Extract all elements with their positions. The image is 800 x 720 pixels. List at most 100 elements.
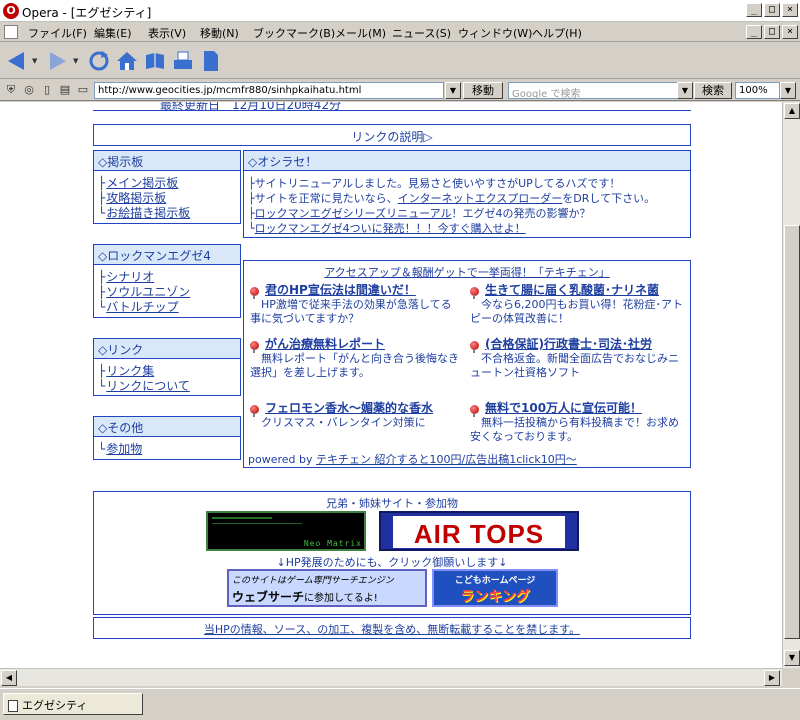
page-icon[interactable]	[200, 49, 222, 73]
menu-file[interactable]: ファイル(F)	[28, 25, 87, 41]
doc-minimize-button[interactable]: _	[746, 25, 762, 39]
ad-item: 生きて腸に届く乳酸菌･ナリネ菌 今なら6,200円もお買い得！花粉症･アトピーの…	[470, 281, 684, 326]
close-button[interactable]: ×	[782, 3, 798, 17]
maximize-button[interactable]: □	[764, 3, 780, 17]
bbs-link-2[interactable]: └お絵描き掲示板	[98, 204, 236, 220]
click-request: ↓HP発展のためにも、クリック御願いします↓	[276, 556, 508, 569]
link-description[interactable]: リンクの説明▷	[351, 130, 432, 144]
other-link-0[interactable]: └参加物	[98, 440, 236, 456]
menu-navigation[interactable]: 移動(N)	[200, 25, 239, 41]
menu-mail[interactable]: メール(M)	[335, 25, 386, 41]
web-search-banner[interactable]: このサイトはゲーム専門サーチエンジン ウェブサーチに参加してるよ!	[227, 569, 427, 607]
search-button[interactable]: 検索	[694, 82, 732, 99]
scroll-left-icon[interactable]: ◀	[1, 670, 17, 686]
tree-branch: ├	[98, 285, 106, 299]
ad-title-row[interactable]: 生きて腸に届く乳酸菌･ナリネ菌	[470, 281, 684, 299]
search-engine-dropdown-icon[interactable]: ▼	[677, 82, 693, 99]
link-link-0[interactable]: ├リンク集	[98, 362, 236, 378]
doc-restore-button[interactable]: □	[764, 25, 780, 39]
menu-edit[interactable]: 編集(E)	[94, 25, 132, 41]
page-info-icon[interactable]: ▭	[75, 83, 91, 98]
ad-title[interactable]: フェロモン香水～媚薬的な香水	[265, 401, 433, 415]
reload-icon[interactable]	[88, 49, 110, 73]
print-preview-icon[interactable]: ▤	[57, 83, 73, 98]
rockman-link-label[interactable]: ソウルユニゾン	[106, 285, 190, 299]
ad-title-row[interactable]: がん治療無料レポート	[250, 335, 460, 353]
bbs-link-label[interactable]: メイン掲示板	[106, 176, 178, 190]
menu-news[interactable]: ニュース(S)	[392, 25, 451, 41]
address-bar: ⛨ ◎ ▯ ▤ ▭ http://www.geocities.jp/mcmfr8…	[0, 80, 800, 101]
link-description-box[interactable]: リンクの説明▷	[93, 124, 691, 146]
forward-icon[interactable]	[46, 49, 68, 73]
cookie-icon[interactable]: ◎	[21, 83, 37, 98]
notice-text: サイトを正常に見たいなら、	[254, 192, 398, 205]
menu-view[interactable]: 表示(V)	[148, 25, 186, 41]
notice-item: ├サイトを正常に見たいなら、インターネットエクスプローダーをDRして下さい。	[248, 190, 686, 205]
ad-title[interactable]: がん治療無料レポート	[265, 337, 385, 351]
link-link-label[interactable]: リンク集	[106, 364, 154, 378]
ad-footer-link[interactable]: テキチェン 紹介すると100円/広告出稿1click10円～	[316, 453, 577, 466]
kids-ranking-banner[interactable]: こどもホームページ ランキング	[432, 569, 558, 607]
air-tops-banner[interactable]: AIR TOPS	[379, 511, 579, 551]
bbs-link-1[interactable]: ├攻略掲示板	[98, 189, 236, 205]
ad-title[interactable]: (合格保証)行政書士･司法･社労	[485, 337, 652, 351]
notice-link[interactable]: ロックマンエグゼ4ついに発売！！！今すぐ購入せよ！	[255, 222, 526, 235]
address-input[interactable]: http://www.geocities.jp/mcmfr880/sinhpka…	[94, 82, 444, 99]
zoom-field[interactable]: 100%	[735, 82, 780, 99]
new-page-icon[interactable]: ▯	[39, 83, 55, 98]
bookmarks-icon[interactable]	[144, 49, 166, 73]
scroll-thumb[interactable]	[784, 225, 800, 639]
scroll-right-icon[interactable]: ▶	[764, 670, 780, 686]
link-header: ◇リンク	[94, 339, 240, 359]
page-icon[interactable]	[4, 25, 18, 39]
notice-text: ！エグゼ4の発売の影響か？	[451, 207, 591, 220]
notice-link[interactable]: インターネットエクスプローダー	[398, 192, 563, 205]
back-icon[interactable]	[6, 49, 28, 73]
zoom-dropdown-icon[interactable]: ▼	[780, 82, 796, 99]
print-icon[interactable]	[172, 49, 194, 73]
home-icon[interactable]	[116, 49, 138, 73]
address-dropdown-icon[interactable]: ▼	[445, 82, 461, 99]
menu-window[interactable]: ウィンドウ(W)	[458, 25, 532, 41]
menu-bookmarks[interactable]: ブックマーク(B)	[253, 25, 335, 41]
tree-branch: ├	[248, 177, 255, 190]
rockman-link-1[interactable]: ├ソウルユニゾン	[98, 283, 236, 299]
back-dropdown-icon[interactable]: ▼	[32, 57, 37, 65]
link-link-1[interactable]: └リンクについて	[98, 377, 236, 393]
link-box: ◇リンク ├リンク集 └リンクについて	[93, 338, 241, 396]
notice-link[interactable]: ロックマンエグゼシリーズリニューアル	[255, 207, 452, 220]
search-input[interactable]: Google で検索	[508, 82, 680, 100]
rockman-link-0[interactable]: ├シナリオ	[98, 268, 236, 284]
rockman-link-2[interactable]: └バトルチップ	[98, 298, 236, 314]
ad-title[interactable]: 生きて腸に届く乳酸菌･ナリネ菌	[485, 283, 659, 297]
vertical-scrollbar[interactable]: ▲ ▼	[782, 102, 800, 668]
ad-title[interactable]: 無料で100万人に宣伝可能！	[485, 401, 642, 415]
scroll-up-icon[interactable]: ▲	[784, 103, 800, 119]
ad-title-row[interactable]: フェロモン香水～媚薬的な香水	[250, 399, 460, 417]
link-link-label[interactable]: リンクについて	[106, 379, 190, 393]
horizontal-scrollbar[interactable]: ◀ ▶	[0, 668, 782, 686]
menu-help[interactable]: ヘルプ(H)	[532, 25, 582, 41]
ad-title[interactable]: 君のHP宣伝法は間違いだ！	[265, 283, 416, 297]
forward-dropdown-icon[interactable]: ▼	[73, 57, 78, 65]
pin-icon	[250, 286, 259, 299]
scroll-down-icon[interactable]: ▼	[784, 650, 800, 666]
rockman-link-label[interactable]: シナリオ	[106, 270, 154, 284]
doc-close-button[interactable]: ×	[782, 25, 798, 39]
ad-title-row[interactable]: 君のHP宣伝法は間違いだ！	[250, 281, 460, 299]
copyright-notice[interactable]: 当HPの情報、ソース、の加工、複製を含め、無断転載することを禁じます。	[204, 623, 580, 636]
ad-description: 無料レポート「がんと向き合う後悔なき選択」を差し上げます。	[250, 352, 459, 379]
go-button[interactable]: 移動	[463, 82, 503, 99]
minimize-button[interactable]: _	[746, 3, 762, 17]
rockman-link-label[interactable]: バトルチップ	[106, 300, 178, 314]
bbs-link-label[interactable]: お絵描き掲示板	[106, 206, 190, 220]
security-icon[interactable]: ⛨	[3, 83, 19, 98]
ad-header[interactable]: アクセスアップ＆報酬ゲットで一挙両得！「テキチェン」	[244, 261, 690, 280]
page-tab[interactable]: エグゼシティ	[3, 693, 143, 715]
bbs-link-0[interactable]: ├メイン掲示板	[98, 174, 236, 190]
ad-title-row[interactable]: 無料で100万人に宣伝可能！	[470, 399, 684, 417]
bbs-link-label[interactable]: 攻略掲示板	[106, 191, 166, 205]
other-link-label[interactable]: 参加物	[106, 442, 142, 456]
neo-matrix-banner[interactable]: Neo Matrix	[206, 511, 366, 551]
ad-title-row[interactable]: (合格保証)行政書士･司法･社労	[470, 335, 684, 353]
